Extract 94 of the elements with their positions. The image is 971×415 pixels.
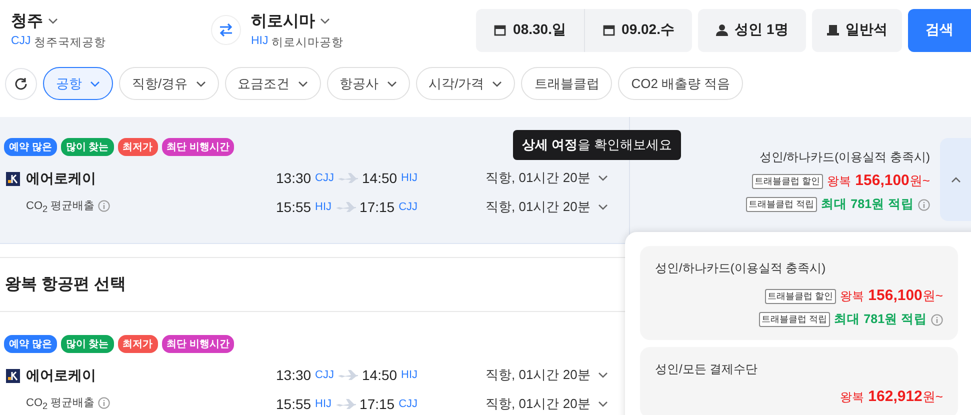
passenger-button[interactable]: 성인 1명: [698, 8, 806, 52]
co2-label: CO$_{2}$ 평균배출: [26, 199, 95, 214]
badge: 최저가: [118, 138, 158, 156]
airport-code: CJJ: [11, 34, 31, 48]
filter-chip[interactable]: 공항: [43, 67, 113, 100]
airline-name: 에어로케이: [26, 170, 96, 188]
info-icon: [98, 397, 110, 410]
arrival-time: 14:50: [362, 367, 398, 383]
fare-price[interactable]: 156,100원~: [868, 287, 943, 305]
airport-code: HIJ: [401, 172, 418, 184]
arrival-time: 14:50: [362, 170, 398, 186]
badge: 많이 찾는: [60, 335, 114, 353]
chevron-down-icon: [320, 18, 330, 24]
refresh-icon: [14, 76, 28, 90]
filter-chip[interactable]: 시각/가격: [416, 67, 516, 100]
flight-info[interactable]: 직항, 01시간 20분: [486, 366, 590, 384]
airport-name: 청주국제공항: [34, 36, 106, 50]
reward-text: 최대 781원 적립: [821, 196, 914, 213]
airport-code: HIJ: [315, 201, 332, 213]
calendar-icon: [494, 24, 506, 36]
calendar-icon: [602, 24, 615, 36]
airline-logo-icon: [6, 369, 20, 383]
city-name[interactable]: 청주: [11, 10, 43, 32]
info-icon: [98, 200, 110, 212]
reward-text: 최대 781원 적립: [834, 311, 927, 328]
flight-info[interactable]: 직항, 01시간 20분: [486, 198, 590, 216]
airport-code: CJJ: [398, 201, 418, 213]
tooltip: 상세 여정을 확인해보세요: [513, 130, 682, 160]
airline-name: 에어로케이: [26, 367, 96, 385]
fare-price[interactable]: 156,100원~: [855, 172, 930, 190]
fare-title: 성인/모든 결제수단: [655, 361, 758, 378]
person-icon: [716, 24, 728, 36]
fare-option-card[interactable]: 성인/하나카드(이용실적 충족시) 트래블클럽 할인 왕복 156,100원~ 트래블클럽 적립 최대 781원 적립: [640, 246, 958, 340]
chevron-down-icon: [598, 204, 608, 210]
date-button[interactable]: 08.30.일: [476, 8, 584, 52]
fare-title: 성인/하나카드(이용실적 충족시): [655, 260, 826, 277]
plane-icon: [338, 173, 358, 183]
swap-icon: [218, 23, 234, 37]
airport-code: HIJ: [401, 369, 418, 381]
date-button[interactable]: 09.02.수: [584, 8, 692, 52]
chevron-down-icon: [598, 401, 608, 407]
search-button[interactable]: 검색: [908, 8, 971, 52]
fare-prefix: 왕복: [840, 388, 864, 406]
plane-icon: [336, 399, 356, 409]
airport-code: CJJ: [315, 369, 334, 381]
filter-chip[interactable]: 항공사: [326, 67, 410, 100]
fare-tag: 트래블클럽 적립: [758, 312, 830, 327]
chevron-down-icon: [598, 372, 608, 378]
info-icon: [918, 198, 930, 210]
badge: 예약 많은: [4, 335, 57, 353]
cabin-button[interactable]: 일반석: [812, 8, 902, 52]
departure-time: 13:30: [276, 367, 312, 383]
fare-prefix: 왕복: [827, 172, 852, 190]
airport-code: HIJ: [315, 398, 332, 410]
fare-title: 성인/하나카드(이용실적 충족시): [759, 149, 930, 166]
filter-chip[interactable]: 요금조건: [224, 67, 321, 100]
chevron-down-icon: [48, 18, 58, 24]
plane-icon: [336, 202, 356, 212]
airline-logo-icon: [6, 172, 20, 186]
chevron-up-icon: [950, 176, 960, 182]
airport-code: HIJ: [251, 34, 268, 48]
badge: 많이 찾는: [60, 138, 114, 156]
airport-name: 히로시마공항: [271, 36, 344, 50]
info-icon: [931, 314, 943, 326]
arrival-time: 17:15: [360, 199, 395, 215]
city-name[interactable]: 히로시마: [251, 10, 315, 32]
flight-info[interactable]: 직항, 01시간 20분: [486, 169, 590, 187]
arrival-time: 17:15: [360, 396, 395, 412]
badge: 최단 비행시간: [162, 335, 234, 353]
departure-time: 15:55: [276, 199, 312, 215]
fare-prefix: 왕복: [840, 288, 864, 304]
fare-tag: 트래블클럽 할인: [764, 288, 836, 304]
badge: 예약 많은: [4, 138, 57, 156]
flight-info[interactable]: 직항, 01시간 20분: [486, 395, 590, 413]
filter-chip[interactable]: CO2 배출량 적음: [618, 67, 744, 100]
fare-option-card[interactable]: 성인/모든 결제수단 왕복 162,912원~: [640, 347, 958, 415]
departure-time: 15:55: [276, 396, 312, 412]
airport-code: CJJ: [398, 398, 418, 410]
departure-time: 13:30: [276, 170, 312, 186]
section-title: 왕복 항공편 선택: [5, 275, 126, 295]
refresh-button[interactable]: [5, 68, 37, 100]
filter-chip[interactable]: 직항/경유: [119, 67, 219, 100]
co2-label: CO$_{2}$ 평균배출: [26, 396, 95, 412]
fare-tag: 트래블클럽 적립: [746, 197, 818, 212]
filter-chip[interactable]: 트래블클럽: [521, 67, 612, 100]
swap-button[interactable]: [211, 15, 241, 45]
badge: 최저가: [118, 335, 158, 353]
chevron-down-icon: [598, 175, 608, 181]
fare-price[interactable]: 162,912원~: [868, 388, 943, 406]
airport-code: CJJ: [315, 172, 334, 184]
badge: 최단 비행시간: [162, 138, 234, 156]
fare-tag: 트래블클럽 할인: [752, 174, 824, 188]
seat-icon: [826, 24, 838, 36]
plane-icon: [338, 370, 358, 380]
